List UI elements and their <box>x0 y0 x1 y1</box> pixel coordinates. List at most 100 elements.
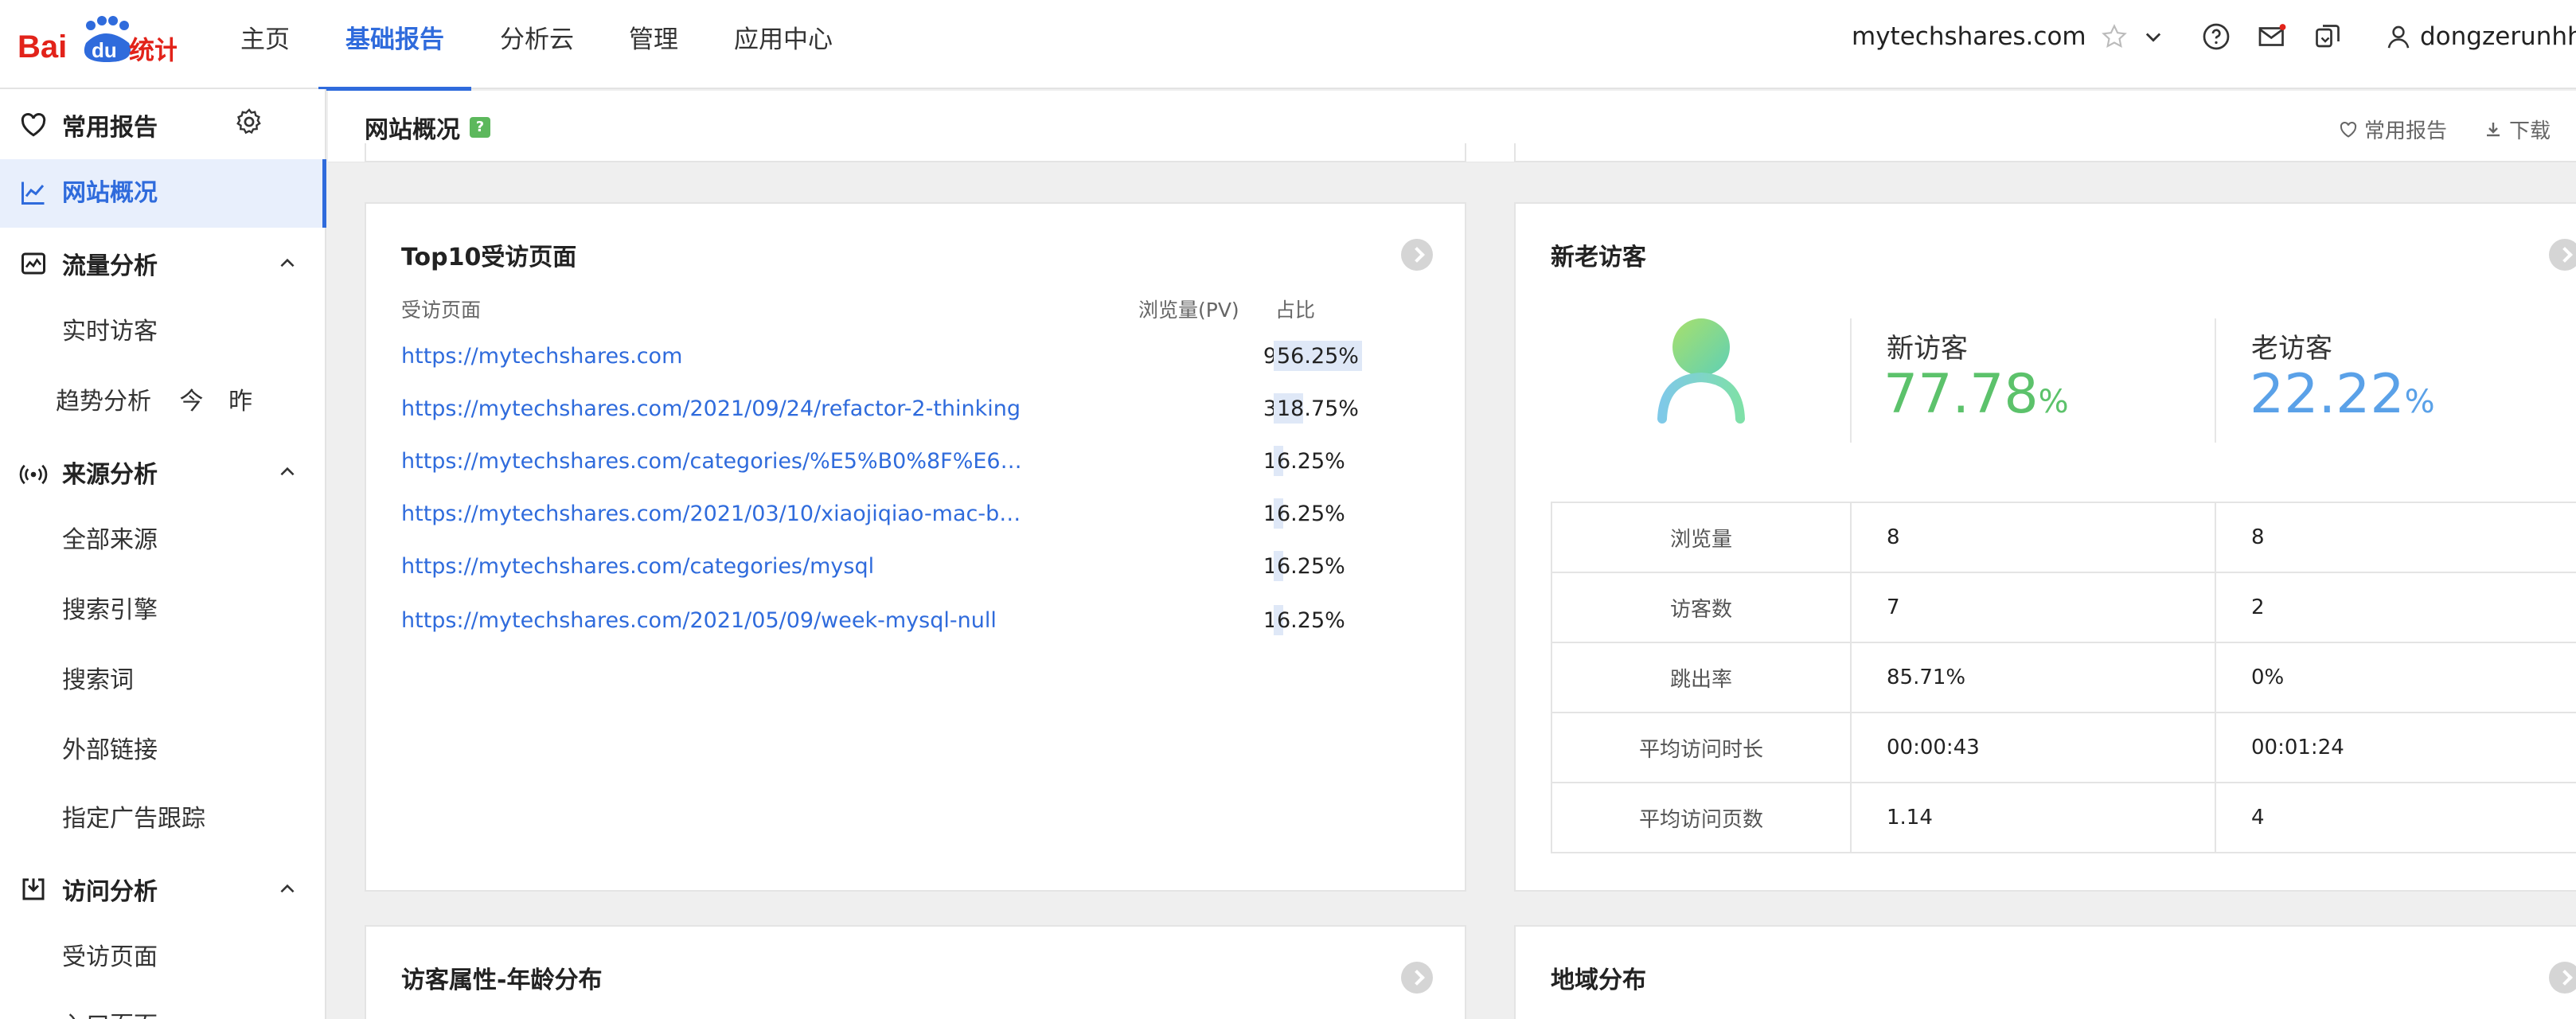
signal-icon <box>19 464 48 485</box>
sidebar-favorites[interactable]: 常用报告 <box>0 91 326 159</box>
old-visitor-value: 00:01:24 <box>2215 712 2576 783</box>
mail-icon[interactable] <box>2258 22 2286 51</box>
chevron-up-icon[interactable] <box>277 253 298 274</box>
new-visitor-value: 00:00:43 <box>1850 712 2216 783</box>
download-button[interactable]: 下载 <box>2484 115 2551 144</box>
nav-home[interactable]: 主页 <box>213 0 317 89</box>
old-visitor-percent: 22.22% <box>2250 363 2435 426</box>
pv-value: 1 <box>1263 554 1277 579</box>
pv-value: 1 <box>1263 502 1277 526</box>
pv-value: 1 <box>1263 608 1277 633</box>
nav-basic-reports[interactable]: 基础报告 <box>318 0 471 91</box>
more-arrow-icon[interactable] <box>1401 239 1433 271</box>
user-icon <box>2387 25 2410 49</box>
help-icon[interactable] <box>2202 22 2231 51</box>
share-value: 6.25% <box>1277 502 1345 526</box>
pv-value: 3 <box>1263 396 1277 421</box>
table-row: https://mytechshares.com 9 56.25% <box>401 341 1388 396</box>
sidebar-favorites-label: 常用报告 <box>62 114 158 142</box>
sidebar-item-overview[interactable]: 网站概况 <box>0 159 326 228</box>
sidebar-group-source[interactable]: 来源分析 <box>0 438 326 506</box>
new-visitor-value: 8 <box>1850 502 2216 573</box>
more-arrow-icon[interactable] <box>1401 962 1433 994</box>
more-arrow-icon[interactable] <box>2549 962 2576 994</box>
metric-label: 跳出率 <box>1551 642 1852 713</box>
sidebar-item-visited-pages[interactable]: 受访页面 <box>0 923 326 992</box>
table-row: https://mytechshares.com/categories/mysq… <box>401 551 1388 607</box>
site-selector[interactable]: mytechshares.com <box>1852 22 2164 51</box>
switch-icon[interactable] <box>2313 22 2342 51</box>
help-badge[interactable]: ? <box>470 117 490 138</box>
chevron-up-icon[interactable] <box>277 462 298 482</box>
metric-label: 平均访问页数 <box>1551 782 1852 853</box>
metric-label: 访客数 <box>1551 572 1852 643</box>
visitor-compare-table: 浏览量 8 8 访客数 7 2 跳出率 85.71% 0% 平均访问时长 00:00:43 00:01… <box>1551 502 2576 853</box>
user-menu[interactable]: dongzerunhhh <box>2385 22 2576 51</box>
heart-icon <box>21 113 46 137</box>
nav-analytics-cloud[interactable]: 分析云 <box>473 0 601 89</box>
add-favorite-button[interactable]: 常用报告 <box>2339 115 2447 144</box>
card-above-right <box>1514 143 2576 162</box>
card-above-left <box>365 143 1466 162</box>
sidebar-item-realtime[interactable]: 实时访客 <box>0 298 326 366</box>
sidebar-group-label: 访问分析 <box>62 878 158 906</box>
old-visitor-value: 2 <box>2215 572 2576 643</box>
more-arrow-icon[interactable] <box>2549 239 2576 271</box>
share-value: 6.25% <box>1277 449 1345 474</box>
old-visitor-value: 4 <box>2215 782 2576 853</box>
column-header-share[interactable]: 占比 <box>1275 295 1315 323</box>
page-url-link[interactable]: https://mytechshares.com/2021/05/09/week… <box>401 608 997 633</box>
page-title: 网站概况 ? <box>365 110 490 145</box>
sidebar-item-search-engine[interactable]: 搜索引擎 <box>0 576 326 645</box>
sidebar-item-label: 趋势分析 <box>56 388 151 416</box>
download-label: 下载 <box>2509 119 2551 143</box>
page-title-text: 网站概况 <box>365 116 460 144</box>
share-cell: 6.25% <box>1274 605 1363 635</box>
trend-yesterday-link[interactable]: 昨 <box>228 388 252 416</box>
new-visitor-value: 85.71% <box>1850 642 2216 713</box>
sidebar-item-search-terms[interactable]: 搜索词 <box>0 646 326 715</box>
column-header-pv[interactable]: 浏览量(PV) <box>1138 295 1239 323</box>
page-url-link[interactable]: https://mytechshares.com/categories/%E5%… <box>401 449 1030 474</box>
visitor-avatar-icon <box>1657 318 1745 424</box>
table-row: 浏览量 8 8 <box>1551 502 2576 573</box>
share-cell: 56.25% <box>1274 341 1363 371</box>
sidebar-item-external-links[interactable]: 外部链接 <box>0 716 326 785</box>
divider <box>1850 318 1852 443</box>
nav-app-center[interactable]: 应用中心 <box>707 0 860 89</box>
svg-text:统计: 统计 <box>129 35 177 65</box>
share-cell: 6.25% <box>1274 551 1363 581</box>
sidebar-item-all-sources[interactable]: 全部来源 <box>0 506 326 575</box>
trend-today-link[interactable]: 今 <box>180 388 204 416</box>
sidebar-item-ad-tracking[interactable]: 指定广告跟踪 <box>0 785 326 853</box>
star-icon[interactable] <box>2101 23 2128 50</box>
pv-value: 9 <box>1263 344 1277 369</box>
sidebar: 常用报告 网站概况 流量分析 实时访客 趋势分析 今 昨 来源分析 全部来源 搜… <box>0 89 326 1019</box>
username: dongzerunhhh <box>2420 22 2576 51</box>
page-url-link[interactable]: https://mytechshares.com/2021/09/24/refa… <box>401 396 1021 421</box>
download-box-icon <box>22 878 45 900</box>
svg-text:Bai: Bai <box>18 29 67 64</box>
sidebar-item-entry-pages[interactable]: 入口页面 <box>0 992 326 1019</box>
page-url-link[interactable]: https://mytechshares.com/2021/03/10/xiao… <box>401 502 1030 526</box>
heart-icon <box>2340 121 2357 138</box>
chevron-up-icon[interactable] <box>277 879 298 900</box>
baidu-tongji-logo[interactable]: Bai du 统计 <box>18 14 180 65</box>
table-row: https://mytechshares.com/categories/%E5%… <box>401 446 1388 502</box>
share-cell: 6.25% <box>1274 498 1363 529</box>
traffic-chart-icon <box>21 252 45 275</box>
divider <box>2215 318 2216 443</box>
page-url-link[interactable]: https://mytechshares.com <box>401 344 682 369</box>
page-url-link[interactable]: https://mytechshares.com/categories/mysq… <box>401 554 874 579</box>
chevron-down-icon[interactable] <box>2142 25 2164 48</box>
new-visitor-label: 新访客 <box>1887 333 1968 365</box>
nav-manage[interactable]: 管理 <box>602 0 705 89</box>
sidebar-group-visit[interactable]: 访问分析 <box>0 855 326 923</box>
download-icon <box>2487 122 2500 136</box>
line-chart-icon <box>21 182 45 205</box>
sidebar-group-traffic[interactable]: 流量分析 <box>0 229 326 298</box>
age-distribution-card: 访客属性-年龄分布 <box>365 925 1466 1019</box>
table-row: https://mytechshares.com/2021/05/09/week… <box>401 605 1388 661</box>
gear-icon[interactable] <box>234 107 264 137</box>
sidebar-item-trend[interactable]: 趋势分析 今 昨 <box>0 368 326 436</box>
